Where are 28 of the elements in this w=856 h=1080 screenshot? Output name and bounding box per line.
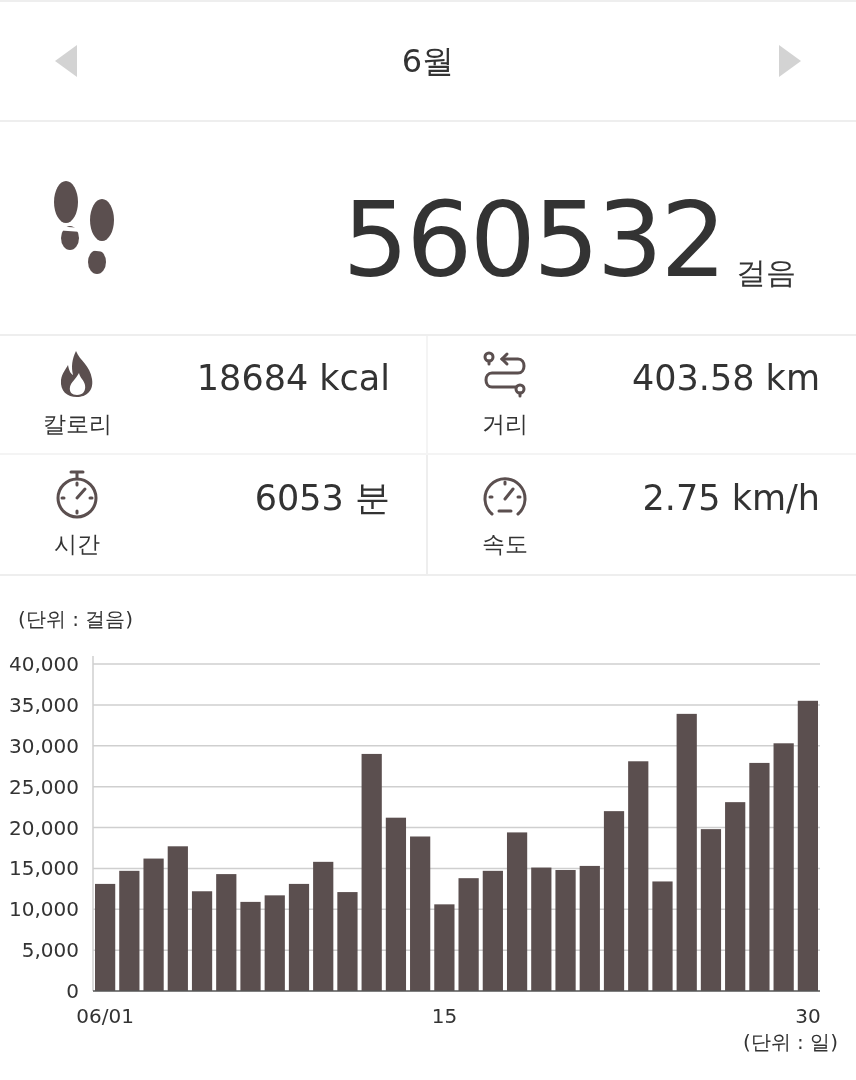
y-tick-label: 15,000	[9, 856, 79, 881]
stat-label: 속도	[482, 530, 528, 560]
x-tick-label: 30	[795, 1004, 821, 1027]
stopwatch-icon	[54, 469, 100, 520]
month-title: 6월	[401, 41, 455, 82]
next-month-button[interactable]	[776, 44, 802, 78]
x-tick-label: 15	[431, 1004, 458, 1027]
x-unit-label: (단위 : 일)	[742, 1029, 838, 1056]
y-tick-label: 5,000	[21, 938, 79, 963]
stat-label: 칼로리	[42, 410, 112, 440]
stat-value: 403.58 km	[631, 357, 820, 401]
stat-value: 6053 분	[253, 477, 390, 521]
y-tick-label: 40,000	[9, 652, 79, 676]
stat-label: 거리	[482, 410, 528, 440]
y-tick-label: 0	[66, 979, 79, 1003]
y-tick-label: 25,000	[9, 774, 79, 799]
stat-value: 2.75 km/h	[641, 477, 820, 521]
step-unit: 걸음	[736, 258, 796, 288]
y-tick-label: 10,000	[9, 897, 79, 922]
y-unit-label: (단위 : 걸음)	[18, 607, 134, 631]
previous-month-button[interactable]	[54, 44, 80, 78]
step-count: 560532	[342, 188, 724, 292]
stat-value: 18684 kcal	[195, 357, 390, 401]
y-tick-label: 20,000	[9, 815, 79, 840]
y-tick-label: 35,000	[9, 692, 79, 717]
stat-label: 시간	[54, 530, 100, 560]
x-tick-label: 06/01	[76, 1004, 134, 1027]
y-tick-label: 30,000	[9, 733, 79, 758]
